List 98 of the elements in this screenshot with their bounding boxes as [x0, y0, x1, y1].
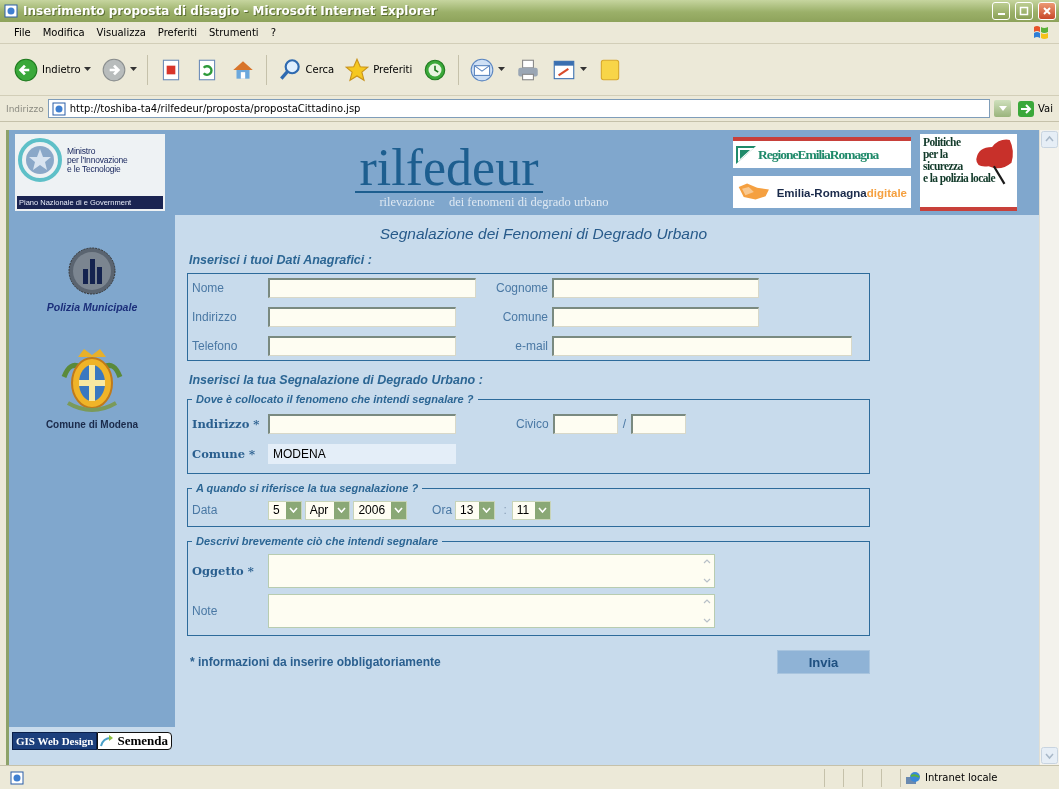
minimize-icon [997, 13, 1005, 15]
logo-text: Ministro [67, 146, 97, 156]
section-heading: Inserisci i tuoi Dati Anagrafici : [189, 253, 373, 267]
logo-text: sicurezza [923, 160, 964, 172]
window-title: Inserimento proposta di disagio - Microsoft Internet Explorer [23, 4, 438, 18]
caret-icon [129, 67, 137, 72]
field-label: Telefono [192, 339, 239, 353]
group-legend: A quando si riferisce la tua segnalazione ? [192, 482, 423, 494]
menu-item[interactable]: Modifica [36, 25, 91, 40]
site-tagline: rilevazione [379, 195, 435, 210]
dropdown[interactable]: 11 [511, 500, 552, 520]
caret-icon [83, 67, 91, 72]
field-label: Data [192, 503, 219, 517]
form-title: Segnalazione dei Fenomeni di Degrado Urbano [378, 225, 709, 243]
input-field[interactable] [268, 278, 476, 298]
favorites-button[interactable]: Preferiti [341, 54, 416, 85]
minimize-button[interactable] [992, 2, 1010, 20]
sidebar-caption: Comune di Modena [45, 419, 139, 430]
dropdown[interactable]: 13 [455, 500, 496, 520]
zone-label: Intranet locale [925, 772, 998, 783]
dropdown[interactable]: 2006 [353, 500, 408, 520]
envelope-icon [469, 56, 496, 83]
page-icon [4, 4, 18, 18]
site-tagline: dei fenomeni di degrado urbano [448, 195, 609, 210]
scroll-up-icon [1041, 131, 1058, 148]
menu-item[interactable]: Preferiti [151, 25, 203, 40]
flag-icon [1031, 23, 1051, 42]
input-field[interactable] [552, 307, 759, 327]
input-field[interactable] [268, 336, 456, 356]
caret-icon [538, 507, 548, 513]
caret-icon [482, 507, 492, 513]
field-label: Comune * [192, 447, 257, 461]
close-button[interactable] [1038, 2, 1056, 20]
menu-item[interactable]: File [8, 25, 37, 40]
logo-text: e le Tecnologie [67, 164, 122, 174]
field-label: Oggetto * [192, 564, 255, 578]
page-icon [10, 770, 24, 785]
logo-text: Politiche [923, 136, 962, 148]
address-label: Indirizzo [6, 103, 44, 114]
region-logo: RegioneEmiliaRomagna [733, 137, 911, 168]
sidebar-caption: Polizia Municipale [46, 301, 138, 313]
logo-text: per l'Innovazione [67, 155, 128, 165]
submit-button[interactable]: Invia [777, 650, 870, 674]
menu-item[interactable]: Strumenti [202, 25, 265, 40]
dropdown[interactable]: 5 [268, 500, 302, 520]
caret-icon [337, 507, 347, 513]
field-label: Indirizzo [192, 310, 238, 324]
maximize-button[interactable] [1015, 2, 1033, 20]
field-label: Civico [516, 417, 550, 431]
emblem-icon [17, 137, 63, 183]
globe-icon [905, 770, 921, 785]
star-icon [344, 56, 371, 83]
page-icon [51, 101, 66, 116]
close-icon [1042, 6, 1052, 16]
address-field[interactable]: http://toshiba-ta4/rilfedeur/proposta/propostaCittadino.jsp [47, 99, 990, 118]
input-field[interactable] [268, 414, 456, 434]
separator-text: / [621, 417, 627, 431]
input-field[interactable]: MODENA [268, 444, 456, 464]
input-field[interactable] [552, 278, 759, 298]
scroll-down-icon [1041, 747, 1058, 764]
section-heading: Inserisci la tua Segnalazione di Degrado Urbano : [189, 373, 484, 387]
group-legend: Descrivi brevemente ciò che intendi segnalare [192, 535, 443, 547]
input-field[interactable] [268, 307, 456, 327]
field-label: Indirizzo * [192, 417, 261, 431]
caret-icon [288, 507, 298, 513]
maximize-icon [1019, 6, 1029, 16]
search-button[interactable]: Cerca [273, 54, 338, 85]
caret-icon [580, 67, 588, 72]
field-label: Nome [192, 281, 225, 295]
menu-item[interactable]: Visualizza [90, 25, 152, 40]
field-label: Note [192, 604, 219, 618]
dropdown-button[interactable] [994, 100, 1011, 117]
scrollbar[interactable] [1039, 130, 1059, 765]
designer-logo: GIS Web Design [12, 732, 98, 750]
emblem-icon [68, 247, 116, 295]
company-logo: Semenda [97, 732, 172, 750]
caret-icon [394, 507, 404, 513]
field-label: Ora [432, 503, 453, 517]
menu-item[interactable]: ? [264, 25, 282, 40]
back-button[interactable]: Indietro [10, 54, 94, 85]
dropdown[interactable]: Apr [304, 500, 351, 520]
logo-text: per la [923, 148, 948, 160]
footnote: * informazioni da inserire obbligatoriamente [190, 655, 441, 669]
field-label: Cognome [494, 281, 549, 295]
input-field[interactable] [552, 336, 852, 356]
flag-icon [736, 145, 756, 164]
field-label: Comune [501, 310, 549, 324]
group-legend: Dove è collocato il fenomeno che intendi segnalare ? [192, 393, 478, 405]
caret-icon [998, 106, 1007, 111]
go-button[interactable]: Vai [1015, 99, 1055, 118]
caret-icon [498, 67, 506, 72]
separator-text: : [502, 503, 508, 517]
input-field[interactable] [631, 414, 686, 434]
digital-logo: Emilia-Romagnadigitale [733, 176, 911, 208]
field-label: e-mail [514, 339, 549, 353]
logo-text: e la polizia locale [923, 172, 995, 184]
site-logo: rilfedeur [355, 145, 543, 193]
input-field[interactable] [552, 414, 618, 434]
